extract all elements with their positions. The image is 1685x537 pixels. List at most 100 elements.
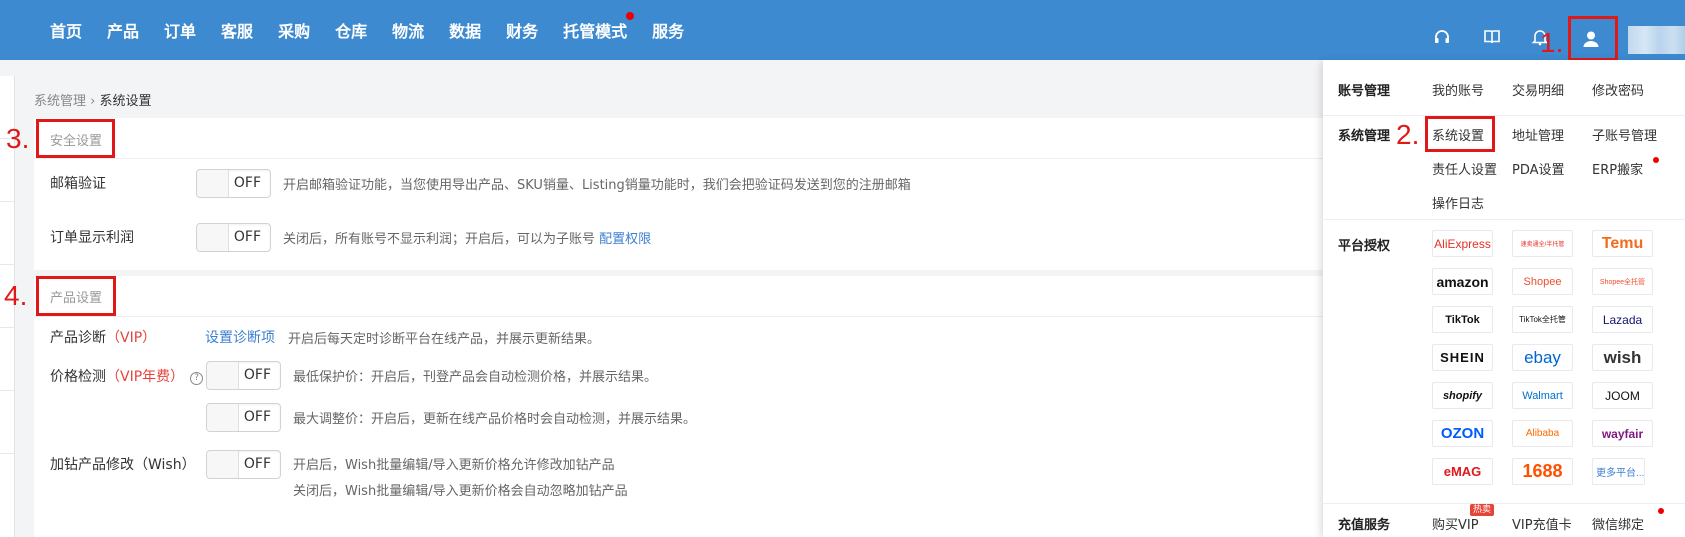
recharge-service-heading: 充值服务 — [1338, 518, 1391, 533]
max-adjust-toggle[interactable]: OFF — [206, 403, 281, 432]
nav-data[interactable]: 数据 — [449, 18, 481, 42]
responsible-person-link[interactable]: 责任人设置 — [1432, 159, 1497, 178]
ebay-logo-text: ebay — [1524, 347, 1561, 367]
email-verify-toggle[interactable]: OFF — [196, 169, 271, 198]
vip-recharge-card-link[interactable]: VIP充值卡 — [1512, 514, 1572, 533]
nav-orders[interactable]: 订单 — [164, 18, 196, 42]
headset-icon[interactable] — [1432, 28, 1452, 48]
breadcrumb-separator: › — [90, 94, 96, 109]
tiktok-managed-logo[interactable]: TikTok全托管 — [1512, 306, 1573, 333]
operation-log-link[interactable]: 操作日志 — [1432, 193, 1484, 212]
nav-services[interactable]: 服务 — [652, 18, 684, 42]
product-diagnosis-description: 开启后每天定时诊断平台在线产品，并展示更新结果。 — [288, 332, 601, 347]
transaction-details-link[interactable]: 交易明细 — [1512, 80, 1564, 99]
temu-logo[interactable]: Temu — [1592, 230, 1653, 257]
wish-logo[interactable]: wish — [1592, 344, 1653, 371]
sub-account-management-link[interactable]: 子账号管理 — [1592, 125, 1657, 144]
wish-boost-label: 加钻产品修改（Wish） — [50, 457, 196, 473]
nav-logistics[interactable]: 物流 — [392, 18, 424, 42]
nav-finance[interactable]: 财务 — [506, 18, 538, 42]
nav-products[interactable]: 产品 — [107, 18, 139, 42]
emag-logo-text: eMAG — [1443, 464, 1482, 479]
alibaba-logo-text: Alibaba — [1525, 428, 1560, 439]
shopee-managed-logo[interactable]: Shopee全托管 — [1592, 268, 1653, 295]
walmart-logo[interactable]: Walmart — [1512, 382, 1573, 409]
diagnosis-settings-link[interactable]: 设置诊断项 — [205, 327, 275, 347]
shopee-logo[interactable]: Shopee — [1512, 268, 1573, 295]
nav-managed-mode[interactable]: 托管模式 — [563, 12, 635, 42]
shopee-managed-logo-text: Shopee全托管 — [1599, 278, 1646, 286]
username-obscured — [1628, 26, 1685, 54]
email-verify-description: 开启邮箱验证功能，当您使用导出产品、SKU销量、Listing销量功能时，我们会… — [283, 178, 911, 193]
max-adjust-description: 最大调整价：开启后，更新在线产品价格时会自动检测，并展示结果。 — [293, 412, 697, 427]
ozon-logo[interactable]: OZON — [1432, 420, 1493, 447]
system-settings-link[interactable]: 系统设置 — [1432, 125, 1484, 144]
divider — [1323, 503, 1685, 504]
shopify-logo-text: shopify — [1442, 389, 1483, 402]
order-profit-toggle-state: OFF — [233, 229, 261, 245]
buy-vip-link[interactable]: 购买VIP — [1432, 514, 1479, 533]
wish-logo-text: wish — [1603, 347, 1642, 367]
max-adjust-toggle-state: OFF — [243, 409, 271, 425]
lazada-logo-text: Lazada — [1602, 312, 1643, 327]
book-icon[interactable] — [1482, 28, 1502, 48]
ebay-logo[interactable]: ebay — [1512, 344, 1573, 371]
annotation-3: 3. — [6, 123, 30, 154]
change-password-link[interactable]: 修改密码 — [1592, 80, 1644, 99]
joom-logo[interactable]: JOOM — [1592, 382, 1653, 409]
tiktok-logo[interactable]: TikTok — [1432, 306, 1493, 333]
lazada-logo[interactable]: Lazada — [1592, 306, 1653, 333]
pda-settings-link[interactable]: PDA设置 — [1512, 159, 1565, 178]
min-price-toggle[interactable]: OFF — [206, 361, 281, 390]
annotation-4: 4. — [4, 280, 28, 311]
wechat-binding-link[interactable]: 微信绑定 — [1592, 514, 1644, 533]
walmart-logo-text: Walmart — [1522, 389, 1563, 402]
shopify-logo[interactable]: shopify — [1432, 382, 1493, 409]
nav-purchase[interactable]: 采购 — [278, 18, 310, 42]
account-management-heading: 账号管理 — [1338, 84, 1391, 99]
section-title-security: 安全设置 — [50, 134, 103, 149]
tiktok-logo-text: TikTok — [1445, 313, 1480, 326]
amazon-logo[interactable]: amazon — [1432, 268, 1493, 295]
annotation-2: 2. — [1396, 119, 1420, 150]
user-icon — [1581, 29, 1601, 54]
amazon-logo-text: amazon — [1436, 273, 1489, 290]
erp-migration-link[interactable]: ERP搬家 — [1592, 159, 1643, 178]
annotation-1: 1. — [1540, 27, 1564, 58]
shopee-logo-text: Shopee — [1523, 275, 1562, 288]
configure-permissions-link[interactable]: 配置权限 — [599, 232, 651, 247]
help-icon[interactable]: ? — [190, 372, 204, 385]
emag-logo[interactable]: eMAG — [1432, 458, 1493, 485]
temu-logo-text: Temu — [1601, 234, 1644, 252]
breadcrumb-current: 系统设置 — [99, 94, 152, 109]
1688-logo[interactable]: 1688 — [1512, 458, 1573, 485]
email-verify-label: 邮箱验证 — [50, 176, 106, 192]
aliexpress-managed-logo[interactable]: 速卖通全/半托管 — [1512, 230, 1573, 257]
email-verify-toggle-state: OFF — [233, 175, 261, 191]
notification-dot — [1658, 508, 1664, 514]
price-check-label-text: 价格检测 — [50, 369, 106, 385]
my-account-link[interactable]: 我的账号 — [1432, 80, 1484, 99]
vip-annual-tag: （VIP年费） — [106, 369, 185, 385]
notification-dot — [1653, 157, 1659, 163]
aliexpress-logo[interactable]: AliExpress — [1432, 230, 1493, 257]
shein-logo[interactable]: SHEIN — [1432, 344, 1493, 371]
more-platforms-link[interactable]: 更多平台... — [1592, 458, 1645, 485]
alibaba-logo[interactable]: Alibaba — [1512, 420, 1573, 447]
nav-home[interactable]: 首页 — [50, 18, 82, 42]
aliexpress-logo-text: AliExpress — [1434, 236, 1491, 251]
wayfair-logo[interactable]: wayfair — [1592, 420, 1653, 447]
min-price-description: 最低保护价：开启后，刊登产品会自动检测价格，并展示结果。 — [293, 370, 658, 385]
product-diagnosis-label: 产品诊断（VIP） — [50, 327, 156, 347]
main-nav: 首页 产品 订单 客服 采购 仓库 物流 数据 财务 托管模式 服务 — [50, 0, 709, 60]
section-title-product: 产品设置 — [50, 291, 103, 306]
hot-sale-badge: 热卖 — [1470, 504, 1495, 516]
address-management-link[interactable]: 地址管理 — [1512, 125, 1564, 144]
nav-customer-service[interactable]: 客服 — [221, 18, 253, 42]
order-profit-toggle[interactable]: OFF — [196, 223, 271, 252]
order-profit-description: 关闭后，所有账号不显示利润；开启后，可以为子账号 配置权限 — [283, 228, 651, 247]
breadcrumb-parent[interactable]: 系统管理 — [34, 94, 86, 109]
wish-boost-toggle[interactable]: OFF — [206, 450, 281, 479]
nav-warehouse[interactable]: 仓库 — [335, 18, 367, 42]
nav-managed-mode-label: 托管模式 — [563, 22, 628, 41]
